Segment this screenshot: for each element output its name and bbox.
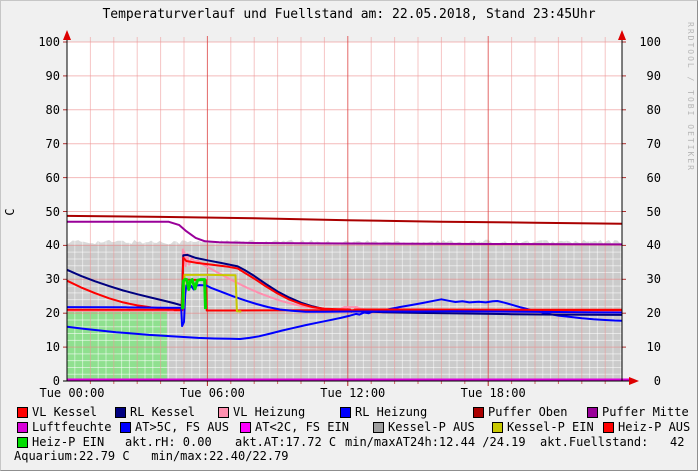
legend-swatch xyxy=(340,407,351,418)
x-tick-label: Tue 06:00 xyxy=(167,387,257,400)
y-tick-label-right: 80 xyxy=(635,104,661,117)
y-tick-label-left: 60 xyxy=(30,172,60,185)
y-tick-label-left: 90 xyxy=(30,70,60,83)
legend-row: Luftfeuchte AT>5C, FS AUS AT<2C, FS EIN Kes… xyxy=(0,421,698,435)
legend-label: RL Heizung xyxy=(355,406,427,419)
legend-swatch xyxy=(17,407,28,418)
y-tick-label-right: 10 xyxy=(635,341,661,354)
legend-swatch xyxy=(373,422,384,433)
legend-label: Kessel-P AUS xyxy=(388,421,475,434)
legend-label: VL Kessel xyxy=(32,406,97,419)
y-tick-label-left: 10 xyxy=(30,341,60,354)
x-tick-label: Tue 00:00 xyxy=(27,387,117,400)
legend-label: Heiz-P EIN xyxy=(32,436,104,449)
y-tick-label-right: 100 xyxy=(635,36,661,49)
legend-label: akt.Fuellstand: 42 xyxy=(540,436,685,449)
legend-label: Luftfeuchte xyxy=(32,421,111,434)
legend-row: Aquarium:22.79 C min/max:22.40/22.79 xyxy=(0,450,698,464)
legend-row: Heiz-P EIN akt.rH: 0.00 akt.AT:17.72 C min/… xyxy=(0,436,698,450)
legend-swatch xyxy=(120,422,131,433)
y-tick-label-left: 20 xyxy=(30,307,60,320)
y-tick-label-right: 90 xyxy=(635,70,661,83)
legend-label: AT>5C, FS AUS xyxy=(135,421,229,434)
y-tick-label-right: 60 xyxy=(635,172,661,185)
legend-label: Puffer Oben xyxy=(488,406,567,419)
legend-swatch xyxy=(473,407,484,418)
legend-swatch xyxy=(218,407,229,418)
rrdtool-watermark: RRDTOOL / TOBI OETIKER xyxy=(686,22,695,172)
legend-label: min/maxAT24h:12.44 /24.19 xyxy=(345,436,526,449)
legend-label: akt.AT:17.72 C xyxy=(235,436,336,449)
y-tick-label-right: 0 xyxy=(635,375,661,388)
y-tick-label-left: 80 xyxy=(30,104,60,117)
y-tick-label-right: 70 xyxy=(635,138,661,151)
legend-label: VL Heizung xyxy=(233,406,305,419)
y-tick-label-left: 100 xyxy=(30,36,60,49)
legend-label: akt.rH: 0.00 xyxy=(125,436,212,449)
y-tick-label-left: 70 xyxy=(30,138,60,151)
legend-label: Puffer Mitte xyxy=(602,406,689,419)
legend-swatch xyxy=(587,407,598,418)
legend-swatch xyxy=(115,407,126,418)
legend-label: Aquarium:22.79 C min/max:22.40/22.79 xyxy=(14,450,289,463)
y-tick-label-left: 40 xyxy=(30,239,60,252)
legend-swatch xyxy=(17,437,28,448)
legend-swatch xyxy=(603,422,614,433)
legend-swatch xyxy=(492,422,503,433)
legend-swatch xyxy=(240,422,251,433)
legend-label: Heiz-P AUS xyxy=(618,421,690,434)
y-tick-label-right: 30 xyxy=(635,273,661,286)
y-tick-label-right: 50 xyxy=(635,206,661,219)
y-tick-label-left: 50 xyxy=(30,206,60,219)
x-tick-label: Tue 12:00 xyxy=(308,387,398,400)
chart-canvas xyxy=(0,0,698,471)
legend-label: AT<2C, FS EIN xyxy=(255,421,349,434)
x-tick-label: Tue 18:00 xyxy=(448,387,538,400)
legend-label: Kessel-P EIN xyxy=(507,421,594,434)
y-tick-label-right: 20 xyxy=(635,307,661,320)
legend-label: RL Kessel xyxy=(130,406,195,419)
y-tick-label-right: 40 xyxy=(635,239,661,252)
legend-row: VL Kessel RL Kessel VL Heizung RL Heizung Pu… xyxy=(0,406,698,420)
y-tick-label-left: 30 xyxy=(30,273,60,286)
legend-swatch xyxy=(17,422,28,433)
